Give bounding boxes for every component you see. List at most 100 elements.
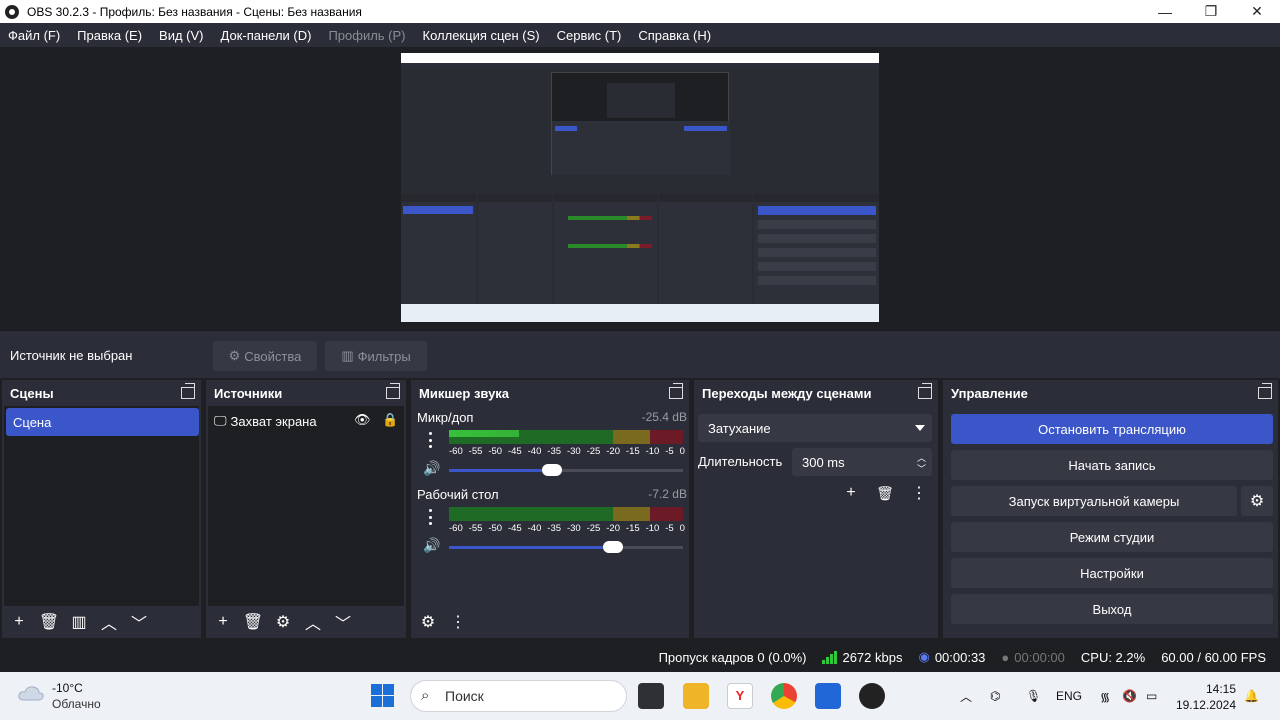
volume-slider[interactable] <box>449 541 683 553</box>
program-preview[interactable] <box>401 53 879 322</box>
wifi-icon[interactable]: ᯾ <box>1100 672 1110 720</box>
notifications-bell-icon[interactable]: 🔔 <box>1244 672 1259 720</box>
stream-time-value: 00:00:33 <box>934 649 986 665</box>
meter-tick-label: -25 <box>586 523 601 534</box>
maximize-button[interactable]: ❐ <box>1188 0 1234 23</box>
chevron-down-icon[interactable]: ﹀ <box>332 611 354 633</box>
menu-edit[interactable]: Правка (E) <box>77 28 142 43</box>
source-item[interactable]: 🖵 Захват экрана 👁 🔒 <box>214 410 400 432</box>
meter-tick-label: 0 <box>679 523 685 534</box>
slider-thumb[interactable] <box>602 541 623 553</box>
channel-db: -25.4 dB <box>641 410 687 424</box>
chevron-up-icon[interactable]: ︿ <box>302 611 324 633</box>
chevron-down-icon[interactable]: ﹀ <box>128 611 150 633</box>
minimize-button[interactable]: — <box>1142 0 1188 23</box>
studio-mode-button[interactable]: Режим студии <box>951 522 1273 552</box>
add-icon[interactable]: + <box>840 482 862 504</box>
windows-start-icon[interactable] <box>371 684 394 707</box>
kebab-menu-icon[interactable]: ⋮ <box>908 482 930 504</box>
battery-icon[interactable]: ▭ <box>1146 672 1157 720</box>
exit-button[interactable]: Выход <box>951 594 1273 624</box>
undock-icon[interactable] <box>918 383 932 399</box>
scene-item[interactable]: Сцена <box>6 408 199 436</box>
fps-status: 60.00 / 60.00 FPS <box>1161 649 1266 665</box>
mixer-channels: Микр/доп -25.4 dB -60 -55 -50 -45 -40 -35 -30-… <box>413 406 687 606</box>
undock-icon[interactable] <box>386 383 400 399</box>
undock-icon[interactable] <box>669 383 683 399</box>
menu-docks[interactable]: Док-панели (D) <box>221 28 312 43</box>
mixer-title: Микшер звука <box>419 385 510 401</box>
menu-file[interactable]: Файл (F) <box>8 28 60 43</box>
volume-meter <box>449 507 683 521</box>
menu-scene-collection[interactable]: Коллекция сцен (S) <box>423 28 540 43</box>
filters-button[interactable]: ▥ Фильтры <box>325 341 427 371</box>
obs-logo-icon <box>5 4 19 19</box>
gear-icon[interactable]: ⚙ <box>272 611 294 633</box>
start-recording-button[interactable]: Начать запись <box>951 450 1273 480</box>
undock-icon[interactable] <box>1258 383 1272 399</box>
duration-spinbox[interactable]: 300 ms ︿ ﹀ <box>792 448 932 476</box>
duration-label: Длительность <box>698 454 783 469</box>
meter-level <box>449 430 520 437</box>
spin-down-icon[interactable]: ﹀ <box>917 462 926 475</box>
network-icon[interactable]: ⌬ <box>990 672 1000 720</box>
chrome-icon[interactable] <box>771 683 797 709</box>
scenes-title: Сцены <box>10 385 54 401</box>
trash-icon[interactable]: 🗑 <box>242 611 264 633</box>
trash-icon[interactable]: 🗑 <box>874 482 896 504</box>
yandex-browser-icon[interactable]: Y <box>727 683 753 709</box>
stop-stream-button[interactable]: Остановить трансляцию <box>951 414 1273 444</box>
language-indicator[interactable]: ENG <box>1056 672 1082 720</box>
microsoft-store-icon[interactable] <box>815 683 841 709</box>
menu-profile[interactable]: Профиль (P) <box>328 28 405 43</box>
no-source-label: Источник не выбран <box>10 348 133 363</box>
close-button[interactable]: ✕ <box>1234 0 1280 23</box>
settings-button[interactable]: Настройки <box>951 558 1273 588</box>
clock-date: 19.12.2024 <box>1175 698 1236 712</box>
chevron-up-icon[interactable]: ︿ <box>98 611 120 633</box>
cloud-icon <box>18 686 44 701</box>
eye-icon[interactable]: 👁 <box>354 412 371 428</box>
lock-icon[interactable]: 🔒 <box>382 412 398 428</box>
kebab-menu-icon[interactable] <box>425 432 435 448</box>
menu-help[interactable]: Справка (H) <box>638 28 711 43</box>
speaker-icon[interactable]: 🔊 <box>423 537 440 554</box>
slider-thumb[interactable] <box>541 464 562 476</box>
volume-slider[interactable] <box>449 464 683 476</box>
kebab-menu-icon[interactable] <box>425 509 435 525</box>
obs-taskbar-icon[interactable] <box>859 683 885 709</box>
sources-list: 🖵 Захват экрана 👁 🔒 <box>208 406 404 606</box>
microphone-icon[interactable]: 🎙 <box>1026 672 1041 720</box>
add-icon[interactable]: + <box>212 611 234 633</box>
properties-button[interactable]: ⚙ Свойства <box>213 341 317 371</box>
sources-dock: Источники 🖵 Захват экрана 👁 🔒 + 🗑 ⚙ ︿ ﹀ <box>206 380 406 638</box>
add-icon[interactable]: + <box>8 611 30 633</box>
channel-db: -7.2 dB <box>648 487 687 501</box>
meter-tick-label: -35 <box>547 523 562 534</box>
taskbar-search[interactable]: ⌕ Поиск <box>410 680 627 712</box>
transitions-dock: Переходы между сценами Затухание Длитель… <box>694 380 938 638</box>
source-toolbar: Источник не выбран ⚙ Свойства ▥ Фильтры <box>0 330 1280 378</box>
window-title: OBS 30.2.3 - Профиль: Без названия - Сце… <box>27 4 362 19</box>
file-explorer-icon[interactable] <box>683 683 709 709</box>
meter-tick-label: -20 <box>606 446 620 457</box>
record-icon: ● <box>1001 649 1010 665</box>
advanced-audio-gear-icon[interactable]: ⚙ <box>417 611 439 633</box>
transition-select[interactable]: Затухание <box>698 414 932 442</box>
kebab-menu-icon[interactable]: ⋮ <box>447 611 469 633</box>
menu-tools[interactable]: Сервис (T) <box>557 28 622 43</box>
trash-icon[interactable]: 🗑 <box>38 611 60 633</box>
sound-muted-icon[interactable]: 🔇 <box>1122 672 1137 720</box>
menu-view[interactable]: Вид (V) <box>159 28 203 43</box>
speaker-icon[interactable]: 🔊 <box>423 460 440 477</box>
task-view-icon[interactable] <box>638 683 664 709</box>
virtual-camera-button[interactable]: Запуск виртуальной камеры <box>951 486 1237 516</box>
tray-chevron-up-icon[interactable]: ︿ <box>960 672 972 720</box>
virtual-camera-settings-icon[interactable]: ⚙ <box>1241 486 1273 516</box>
undock-icon[interactable] <box>181 383 195 399</box>
meter-tick-label: -15 <box>625 446 640 457</box>
meter-ticks: -60 -55 -50 -45 -40 -35 -30 -25 -20 -15 -10 -5 0 <box>449 523 685 534</box>
slider-fill <box>449 546 613 549</box>
filter-icon[interactable]: ▥ <box>68 611 90 633</box>
clock[interactable]: 14:15 19.12.2024 <box>1176 681 1236 713</box>
